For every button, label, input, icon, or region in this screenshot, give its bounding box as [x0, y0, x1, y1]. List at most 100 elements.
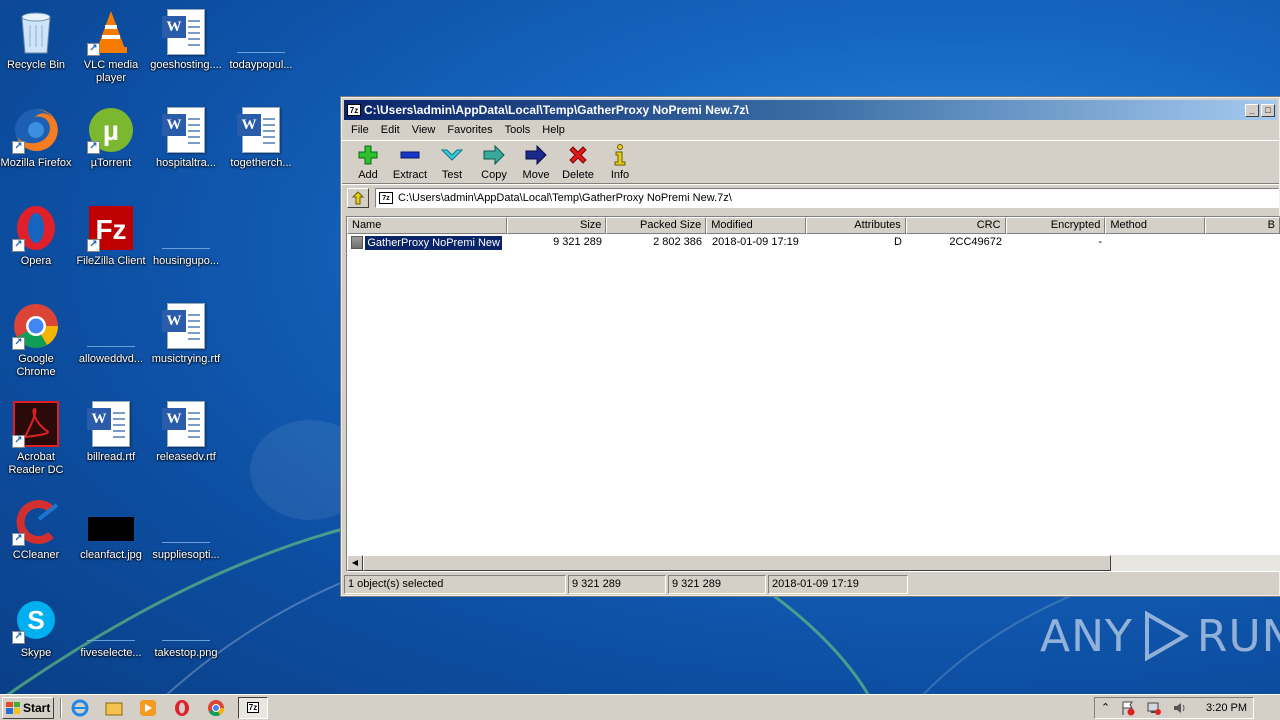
volume-icon[interactable] [1172, 700, 1188, 716]
add-icon [357, 144, 379, 166]
file-list[interactable]: Name Size Packed Size Modified Attribute… [346, 216, 1280, 572]
column-attributes[interactable]: Attributes [805, 217, 906, 234]
menu-help[interactable]: Help [536, 124, 571, 136]
desktop-icon-billread[interactable]: W billread.rtf [73, 394, 149, 480]
shortcut-arrow-icon: ↗ [87, 43, 100, 56]
desktop-icon-fiveselecte[interactable]: fiveselecte... [73, 590, 149, 676]
scrollbar-thumb[interactable] [363, 555, 1111, 571]
shortcut-arrow-icon: ↗ [87, 141, 100, 154]
toolbar: Add Extract Test Copy Move Delete Info [342, 140, 1279, 184]
test-button[interactable]: Test [431, 141, 473, 183]
shortcut-arrow-icon: ↗ [12, 239, 25, 252]
desktop-icon-vlc[interactable]: ↗ VLC media player [73, 2, 149, 88]
quicklaunch-opera[interactable] [170, 697, 194, 719]
menu-file[interactable]: File [345, 124, 375, 136]
desktop-icon-releasedv[interactable]: W releasedv.rtf [148, 394, 224, 480]
desktop-icon-cleanfact[interactable]: cleanfact.jpg [73, 492, 149, 578]
column-modified[interactable]: Modified [706, 217, 806, 234]
7zip-app-icon: 7z [347, 104, 361, 116]
add-button[interactable]: Add [347, 141, 389, 183]
desktop-icon-filezilla[interactable]: Fz ↗ FileZilla Client [73, 198, 149, 284]
word-document-icon: W [87, 400, 135, 448]
info-button[interactable]: Info [599, 141, 641, 183]
status-selection: 1 object(s) selected [344, 575, 566, 594]
black-image-icon [87, 498, 135, 546]
desktop-icon-suppliesopti[interactable]: suppliesopti... [148, 492, 224, 578]
network-icon[interactable] [1146, 700, 1162, 716]
column-packed-size[interactable]: Packed Size [606, 217, 707, 234]
blank-image-icon [162, 498, 210, 546]
column-block[interactable]: B [1205, 217, 1280, 234]
desktop-icon-takestop[interactable]: takestop.png [148, 590, 224, 676]
table-row[interactable]: GatherProxy NoPremi New 9 321 289 2 802 … [347, 234, 1280, 251]
quicklaunch-ie[interactable] [68, 697, 92, 719]
shortcut-arrow-icon: ↗ [12, 533, 25, 546]
desktop-icon-togetherch[interactable]: W togetherch... [223, 100, 299, 186]
column-method[interactable]: Method [1105, 217, 1206, 234]
menu-favorites[interactable]: Favorites [441, 124, 498, 136]
delete-button[interactable]: Delete [557, 141, 599, 183]
quicklaunch-chrome[interactable] [204, 697, 228, 719]
extract-icon [399, 144, 421, 166]
column-encrypted[interactable]: Encrypted [1005, 217, 1106, 234]
menu-tools[interactable]: Tools [499, 124, 537, 136]
window-titlebar[interactable]: 7z C:\Users\admin\AppData\Local\Temp\Gat… [344, 100, 1277, 120]
start-button[interactable]: Start [2, 696, 54, 719]
desktop-icon-chrome[interactable]: ↗ Google Chrome [0, 296, 74, 382]
desktop-icon-label: suppliesopti... [152, 549, 220, 561]
desktop-icon-acrobat[interactable]: ↗ Acrobat Reader DC [0, 394, 74, 480]
column-size[interactable]: Size [506, 217, 607, 234]
column-name[interactable]: Name [347, 217, 507, 234]
quicklaunch-media[interactable] [136, 697, 160, 719]
desktop-icon-utorrent[interactable]: µ ↗ µTorrent [73, 100, 149, 186]
copy-button[interactable]: Copy [473, 141, 515, 183]
taskbar-separator [60, 697, 62, 718]
desktop-icon-ccleaner[interactable]: ↗ CCleaner [0, 492, 74, 578]
utorrent-icon: µ ↗ [87, 106, 135, 154]
desktop-icon-recycle-bin[interactable]: Recycle Bin [0, 2, 74, 88]
desktop-icon-skype[interactable]: S ↗ Skype [0, 590, 74, 676]
desktop-icon-opera[interactable]: ↗ Opera [0, 198, 74, 284]
desktop-icon-label: Acrobat Reader DC [8, 451, 64, 476]
desktop-icon-hospitaltra[interactable]: W hospitaltra... [148, 100, 224, 186]
address-field[interactable]: 7z C:\Users\admin\AppData\Local\Temp\Gat… [375, 187, 1279, 208]
word-document-icon: W [162, 106, 210, 154]
up-folder-button[interactable] [347, 187, 369, 208]
desktop-icon-label: µTorrent [90, 157, 132, 169]
desktop-icon-label: housingupo... [152, 255, 220, 267]
svg-text:Fz: Fz [95, 214, 126, 245]
desktop-icon-todaypopul[interactable]: todaypopul... [223, 2, 299, 88]
system-clock[interactable]: 3:20 PM [1206, 702, 1247, 714]
desktop-icon-musictrying[interactable]: W musictrying.rtf [148, 296, 224, 382]
taskbar-7zip-button[interactable]: 7z [238, 696, 268, 719]
extract-button[interactable]: Extract [389, 141, 431, 183]
scroll-left-icon[interactable]: ◀ [347, 555, 363, 571]
action-center-flag-icon[interactable] [1120, 700, 1136, 716]
7zip-window[interactable]: 7z C:\Users\admin\AppData\Local\Temp\Gat… [341, 97, 1280, 596]
tray-expand-icon[interactable]: ⌃ [1101, 701, 1110, 714]
move-button[interactable]: Move [515, 141, 557, 183]
taskbar: Start 7z ⌃ 3:20 PM [0, 694, 1280, 720]
anyrun-watermark: ANY RUN [1040, 608, 1280, 664]
shortcut-arrow-icon: ↗ [12, 435, 25, 448]
menu-view[interactable]: View [406, 124, 442, 136]
watermark-left: ANY [1040, 610, 1133, 662]
desktop-icon-label: togetherch... [230, 157, 292, 169]
minimize-button[interactable]: _ [1245, 103, 1259, 117]
maximize-button[interactable]: □ [1261, 103, 1275, 117]
status-packed: 9 321 289 [668, 575, 766, 594]
desktop-icon-goeshosting[interactable]: W goeshosting.... [148, 2, 224, 88]
menu-edit[interactable]: Edit [375, 124, 406, 136]
desktop-icon-alloweddvd[interactable]: alloweddvd... [73, 296, 149, 382]
info-label: Info [610, 169, 630, 181]
ccleaner-icon: ↗ [12, 498, 60, 546]
svg-text:µ: µ [103, 115, 119, 146]
desktop-icon-firefox[interactable]: ↗ Mozilla Firefox [0, 100, 74, 186]
column-crc[interactable]: CRC [905, 217, 1006, 234]
horizontal-scrollbar[interactable]: ◀ [347, 555, 1280, 571]
quicklaunch-explorer[interactable] [102, 697, 126, 719]
media-player-icon [140, 699, 156, 716]
folder-icon [351, 236, 364, 249]
desktop-icon-housingupo[interactable]: housingupo... [148, 198, 224, 284]
address-bar: 7z C:\Users\admin\AppData\Local\Temp\Gat… [342, 184, 1279, 210]
